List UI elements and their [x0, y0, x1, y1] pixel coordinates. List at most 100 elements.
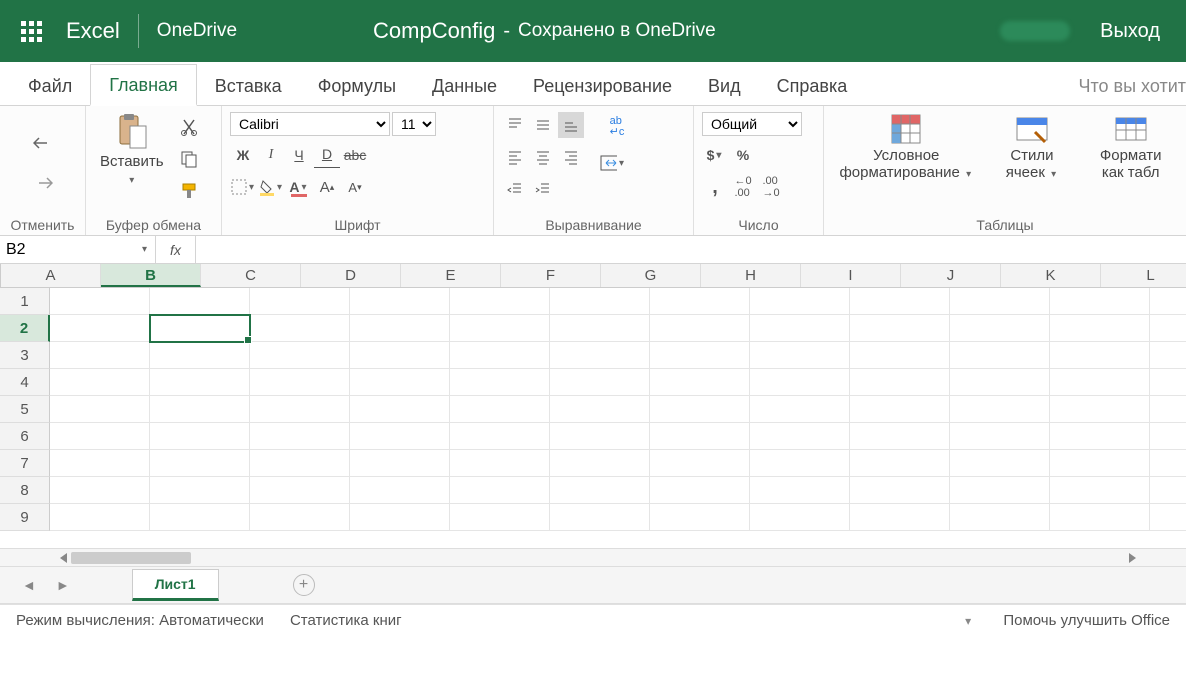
cell-B6[interactable] [150, 423, 250, 450]
cell-D8[interactable] [350, 477, 450, 504]
user-avatar[interactable] [1000, 21, 1070, 41]
scroll-right-icon[interactable] [1129, 553, 1136, 563]
cell-K6[interactable] [1050, 423, 1150, 450]
cell-I2[interactable] [850, 315, 950, 342]
row-header-7[interactable]: 7 [0, 450, 50, 477]
select-all-corner[interactable] [0, 264, 1, 287]
cell-L3[interactable] [1150, 342, 1186, 369]
conditional-format-button[interactable]: Условное форматирование ▾ [832, 110, 981, 183]
cell-D9[interactable] [350, 504, 450, 531]
cell-G8[interactable] [650, 477, 750, 504]
cell-F4[interactable] [550, 369, 650, 396]
cell-A8[interactable] [50, 477, 150, 504]
column-header-B[interactable]: B [101, 264, 201, 287]
cell-F6[interactable] [550, 423, 650, 450]
cell-I1[interactable] [850, 288, 950, 315]
cell-I3[interactable] [850, 342, 950, 369]
tell-me-input[interactable]: Что вы хотит [1078, 76, 1186, 105]
cell-C4[interactable] [250, 369, 350, 396]
tab-review[interactable]: Рецензирование [515, 66, 690, 105]
cell-D2[interactable] [350, 315, 450, 342]
cell-H3[interactable] [750, 342, 850, 369]
column-header-A[interactable]: A [1, 264, 101, 287]
cell-reference-input[interactable] [6, 241, 140, 259]
increase-indent-button[interactable] [530, 176, 556, 202]
borders-button[interactable]: ▾ [230, 174, 256, 200]
font-color-button[interactable]: A▾ [286, 174, 312, 200]
format-painter-button[interactable] [176, 178, 202, 204]
cell-J9[interactable] [950, 504, 1050, 531]
percent-button[interactable]: % [730, 142, 756, 168]
app-launcher-icon[interactable] [0, 0, 62, 62]
comma-style-button[interactable]: , [702, 174, 728, 200]
row-header-6[interactable]: 6 [0, 423, 50, 450]
align-center-button[interactable] [530, 144, 556, 170]
cell-D5[interactable] [350, 396, 450, 423]
tab-insert[interactable]: Вставка [197, 66, 300, 105]
horizontal-scrollbar[interactable] [0, 548, 1186, 566]
column-header-E[interactable]: E [401, 264, 501, 287]
column-header-L[interactable]: L [1101, 264, 1186, 287]
cell-D4[interactable] [350, 369, 450, 396]
strikethrough-button[interactable]: abc [342, 142, 368, 168]
cell-F1[interactable] [550, 288, 650, 315]
copy-button[interactable] [176, 146, 202, 172]
font-size-select[interactable]: 11 [392, 112, 436, 136]
cell-K1[interactable] [1050, 288, 1150, 315]
cell-H5[interactable] [750, 396, 850, 423]
cell-I5[interactable] [850, 396, 950, 423]
row-header-4[interactable]: 4 [0, 369, 50, 396]
row-header-8[interactable]: 8 [0, 477, 50, 504]
column-header-I[interactable]: I [801, 264, 901, 287]
cell-D3[interactable] [350, 342, 450, 369]
cell-A4[interactable] [50, 369, 150, 396]
align-bottom-button[interactable] [558, 112, 584, 138]
column-header-H[interactable]: H [701, 264, 801, 287]
cell-H1[interactable] [750, 288, 850, 315]
bold-button[interactable]: Ж [230, 142, 256, 168]
cell-K7[interactable] [1050, 450, 1150, 477]
cell-K5[interactable] [1050, 396, 1150, 423]
improve-office-link[interactable]: Помочь улучшить Office [1003, 612, 1170, 629]
formula-input[interactable] [202, 238, 1180, 255]
fill-color-button[interactable]: ▾ [258, 174, 284, 200]
align-right-button[interactable] [558, 144, 584, 170]
cell-B9[interactable] [150, 504, 250, 531]
cell-H7[interactable] [750, 450, 850, 477]
book-stats-status[interactable]: Статистика книг [290, 612, 402, 629]
cell-J7[interactable] [950, 450, 1050, 477]
decrease-decimal-button[interactable]: .00→0 [758, 174, 784, 200]
cell-E8[interactable] [450, 477, 550, 504]
cell-K9[interactable] [1050, 504, 1150, 531]
cell-K8[interactable] [1050, 477, 1150, 504]
sheet-next-icon[interactable]: ► [48, 577, 78, 593]
cell-F3[interactable] [550, 342, 650, 369]
cell-B2[interactable] [150, 315, 250, 342]
cell-C2[interactable] [250, 315, 350, 342]
cell-K2[interactable] [1050, 315, 1150, 342]
cell-E4[interactable] [450, 369, 550, 396]
cell-I4[interactable] [850, 369, 950, 396]
cell-I6[interactable] [850, 423, 950, 450]
calc-mode-status[interactable]: Режим вычисления: Автоматически [16, 612, 264, 629]
column-header-J[interactable]: J [901, 264, 1001, 287]
cell-styles-button[interactable]: Стили ячеек ▾ [993, 110, 1072, 183]
column-header-K[interactable]: K [1001, 264, 1101, 287]
hscroll-thumb[interactable] [71, 552, 191, 564]
cell-E3[interactable] [450, 342, 550, 369]
row-header-5[interactable]: 5 [0, 396, 50, 423]
grow-font-button[interactable]: A▴ [314, 174, 340, 200]
name-box[interactable]: ▾ [0, 236, 156, 263]
cell-B1[interactable] [150, 288, 250, 315]
row-header-3[interactable]: 3 [0, 342, 50, 369]
add-sheet-button[interactable]: + [293, 574, 315, 596]
cell-G6[interactable] [650, 423, 750, 450]
cell-H4[interactable] [750, 369, 850, 396]
cell-I7[interactable] [850, 450, 950, 477]
decrease-indent-button[interactable] [502, 176, 528, 202]
cell-L5[interactable] [1150, 396, 1186, 423]
cell-G3[interactable] [650, 342, 750, 369]
fx-button[interactable]: fx [156, 236, 196, 263]
cell-D6[interactable] [350, 423, 450, 450]
undo-button[interactable] [30, 130, 56, 156]
